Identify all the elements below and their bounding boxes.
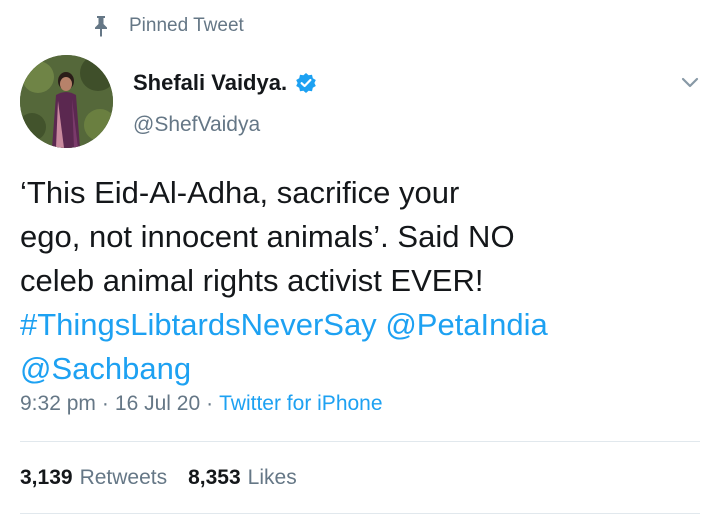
tweet-meta: 9:32 pm · 16 Jul 20 · Twitter for iPhone	[20, 392, 383, 416]
verified-badge-icon	[295, 72, 317, 94]
tweet-date[interactable]: 16 Jul 20	[115, 392, 200, 416]
tweet-text-line: celeb animal rights activist EVER!	[20, 263, 484, 298]
tweet-source-link[interactable]: Twitter for iPhone	[219, 392, 382, 416]
meta-separator: ·	[101, 392, 109, 415]
likes-label: Likes	[247, 466, 297, 489]
tweet-stats: 3,139 Retweets 8,353 Likes	[20, 466, 297, 490]
retweets-label: Retweets	[79, 466, 168, 489]
tweet-links-line: @Sachbang	[20, 347, 700, 391]
user-name-text[interactable]: Shefali Vaidya.	[133, 70, 287, 96]
pinned-tweet-label: Pinned Tweet	[129, 15, 244, 36]
pin-icon	[91, 15, 111, 37]
meta-separator: ·	[206, 392, 214, 415]
user-handle[interactable]: @ShefVaidya	[133, 113, 260, 137]
chevron-down-icon[interactable]	[678, 70, 702, 94]
tweet-text-line: ego, not innocent animals’. Said NO	[20, 219, 515, 254]
divider	[20, 513, 700, 514]
pinned-tweet-header: Pinned Tweet	[91, 12, 244, 40]
likes-count: 8,353	[188, 466, 241, 489]
avatar[interactable]	[20, 55, 113, 148]
tweet-text-line: ‘This Eid-Al-Adha, sacrifice your	[20, 175, 460, 210]
mention-link-petaindia[interactable]: @PetaIndia	[385, 307, 547, 342]
tweet-time[interactable]: 9:32 pm	[20, 392, 96, 416]
divider	[20, 441, 700, 442]
likes-stat[interactable]: 8,353 Likes	[188, 466, 297, 490]
tweet-text: ‘This Eid-Al-Adha, sacrifice your ego, n…	[20, 171, 700, 391]
retweets-stat[interactable]: 3,139 Retweets	[20, 466, 167, 490]
mention-link-sachbang[interactable]: @Sachbang	[20, 351, 191, 386]
tweet-links-line: #ThingsLibtardsNeverSay @PetaIndia	[20, 303, 700, 347]
retweets-count: 3,139	[20, 466, 73, 489]
hashtag-link[interactable]: #ThingsLibtardsNeverSay	[20, 307, 377, 342]
user-display-name[interactable]: Shefali Vaidya.	[133, 70, 317, 96]
